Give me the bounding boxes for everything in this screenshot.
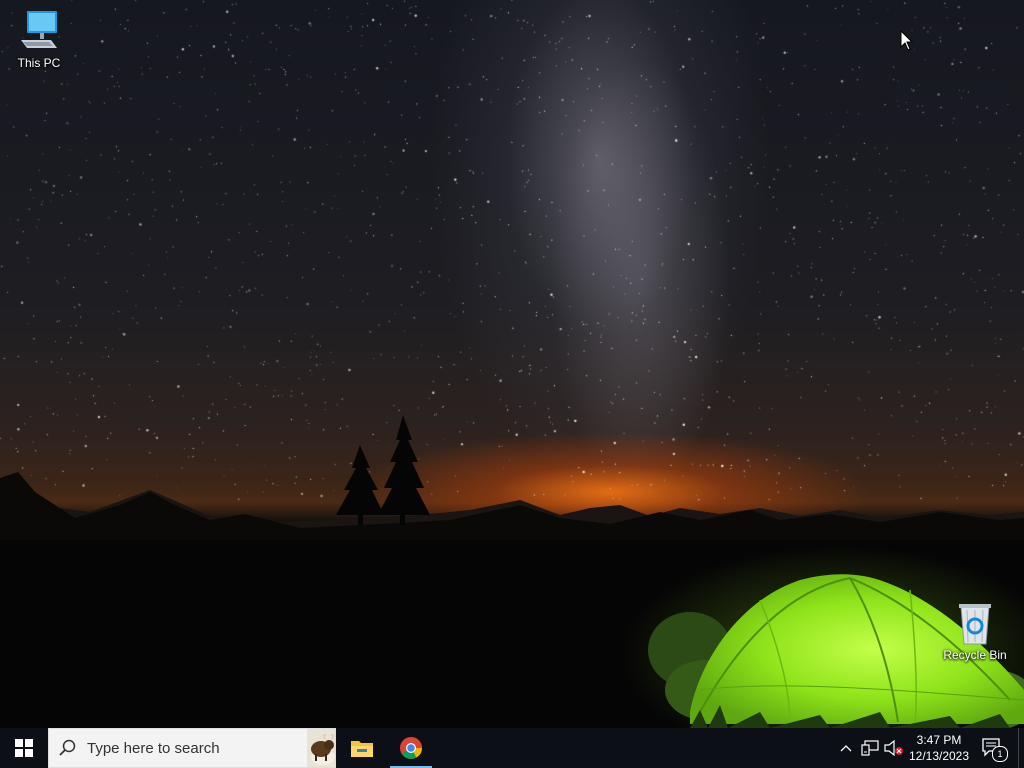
network-icon: [861, 740, 879, 756]
desktop[interactable]: This PC Recycle Bin: [0, 0, 1024, 728]
taskbar: 3:47 PM 12/13/2023 1: [0, 728, 1024, 768]
file-explorer-taskbar-button[interactable]: [340, 728, 384, 768]
network-tray-button[interactable]: [858, 728, 882, 768]
chrome-icon: [400, 737, 422, 759]
recycle-bin-label: Recycle Bin: [943, 648, 1007, 662]
recycle-bin-icon: [959, 604, 991, 645]
recycle-bin-shortcut[interactable]: Recycle Bin: [937, 602, 1013, 662]
chevron-up-icon: [840, 745, 852, 752]
this-pc-label: This PC: [17, 56, 61, 70]
wallpaper-landscape: [0, 415, 1024, 728]
search-highlight-yak-icon: [307, 729, 335, 767]
volume-muted-icon: [884, 740, 903, 756]
notification-count-badge: 1: [992, 746, 1008, 762]
mouse-cursor-icon: [900, 30, 914, 51]
search-box[interactable]: [48, 728, 336, 768]
show-hidden-icons-button[interactable]: [834, 728, 858, 768]
start-button[interactable]: [0, 728, 48, 768]
windows-logo-icon: [15, 739, 33, 757]
this-pc-icon: [21, 11, 57, 48]
show-desktop-button[interactable]: [1018, 728, 1024, 768]
action-center-button[interactable]: 1: [978, 728, 1010, 768]
this-pc-shortcut[interactable]: This PC: [1, 8, 77, 70]
volume-tray-button[interactable]: [882, 728, 906, 768]
clock[interactable]: 3:47 PM 12/13/2023: [904, 728, 974, 768]
pine-trees-silhouette: [336, 415, 430, 525]
clock-time: 3:47 PM: [916, 733, 962, 747]
search-icon: [59, 739, 76, 756]
search-input[interactable]: [87, 729, 267, 767]
chrome-taskbar-button[interactable]: [390, 728, 432, 768]
clock-date: 12/13/2023: [908, 749, 970, 763]
file-explorer-icon: [351, 741, 373, 757]
